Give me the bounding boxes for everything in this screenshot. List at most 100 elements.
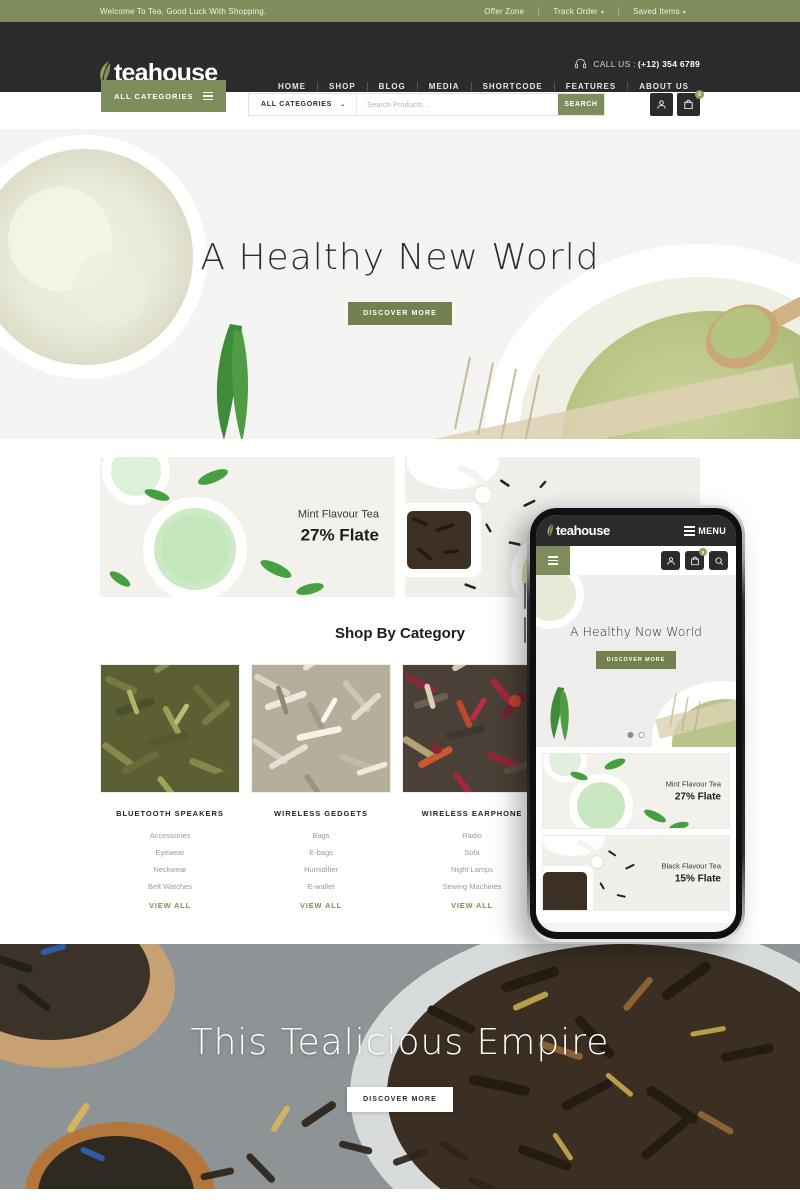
category-link[interactable]: Sofa bbox=[402, 848, 542, 857]
category-link[interactable]: Sewing Machines bbox=[402, 882, 542, 891]
category-column-wireless-earphone: WIRELESS EARPHONE Radio Sofa Night Lamps… bbox=[402, 653, 542, 910]
menu-icon bbox=[684, 525, 696, 536]
bottom-discover-more-button[interactable]: DISCOVER MORE bbox=[347, 1086, 453, 1112]
phone-cart-badge: 0 bbox=[699, 548, 707, 556]
promo-banner-mint[interactable]: Mint Flavour Tea 27% Flate bbox=[100, 457, 395, 597]
top-link-track-order-label: Track Order bbox=[553, 6, 598, 16]
bottom-banner: This Tealicious Empire DISCOVER MORE bbox=[0, 944, 800, 1189]
cart-badge: 0 bbox=[695, 90, 704, 99]
phone-bezel: teahouse MENU 0 A Healthy Now World DISC… bbox=[530, 508, 742, 939]
top-bar: Welcome To Tea. Good Luck With Shopping.… bbox=[0, 0, 800, 22]
phone-promo-subtitle: Mint Flavour Tea bbox=[665, 779, 721, 789]
phone-promo-subtitle: Black Flavour Tea bbox=[661, 861, 721, 871]
chevron-down-icon: ▾ bbox=[600, 9, 605, 16]
category-select[interactable]: ALL CATEGORIES ⌄ bbox=[249, 94, 357, 115]
nav-item-shortcode[interactable]: SHORTCODE bbox=[470, 82, 554, 91]
category-name: WIRELESS GEDGETS bbox=[274, 809, 368, 818]
phone-menu-button[interactable]: MENU bbox=[684, 525, 726, 536]
category-select-value: ALL CATEGORIES bbox=[261, 101, 332, 108]
phone-categories-button[interactable] bbox=[536, 546, 570, 575]
search-button[interactable]: SEARCH bbox=[558, 94, 604, 115]
phone-header: teahouse MENU bbox=[536, 515, 736, 546]
top-link-saved-items[interactable]: Saved Items ▾ bbox=[618, 6, 700, 16]
menu-icon bbox=[548, 556, 558, 565]
category-view-all-link[interactable]: VIEW ALL bbox=[100, 901, 240, 910]
phone-volume-down-button bbox=[524, 617, 526, 643]
hero-discover-more-button[interactable]: DISCOVER MORE bbox=[348, 302, 452, 325]
phone-action-icons: 0 bbox=[661, 548, 736, 570]
promo-subtitle: Mint Flavour Tea bbox=[297, 508, 379, 521]
nav-item-shop[interactable]: SHOP bbox=[317, 82, 367, 91]
phone-mockup: teahouse MENU 0 A Healthy Now World DISC… bbox=[524, 505, 745, 942]
search-row: ALL CATEGORIES ALL CATEGORIES ⌄ SEARCH 0 bbox=[0, 80, 800, 129]
cart-button[interactable]: 0 bbox=[677, 90, 704, 116]
nav-item-home[interactable]: HOME bbox=[267, 82, 317, 91]
phone-cart-button[interactable]: 0 bbox=[685, 548, 707, 570]
category-view-all-link[interactable]: VIEW ALL bbox=[402, 901, 542, 910]
account-button[interactable] bbox=[650, 93, 673, 116]
phone-promo-mint[interactable]: Mint Flavour Tea 27% Flate bbox=[542, 753, 730, 829]
hero-title: A Healthy New World bbox=[200, 237, 600, 278]
phone-promo-text-black: Black Flavour Tea 15% Flate bbox=[662, 862, 721, 885]
bottom-banner-content: This Tealicious Empire DISCOVER MORE bbox=[0, 944, 800, 1189]
bottom-banner-title: This Tealicious Empire bbox=[190, 1021, 610, 1063]
category-view-all-link[interactable]: VIEW ALL bbox=[251, 901, 391, 910]
promo-text-mint: Mint Flavour Tea 27% Flate bbox=[298, 509, 379, 546]
top-bar-links: Offer Zone Track Order ▾ Saved Items ▾ bbox=[470, 6, 700, 16]
phone-logo-text: teahouse bbox=[556, 523, 610, 538]
category-link[interactable]: Belt Watches bbox=[100, 882, 240, 891]
phone-volume-up-button bbox=[524, 583, 526, 609]
category-image-green-tea[interactable] bbox=[100, 654, 240, 803]
carousel-dot-2[interactable] bbox=[638, 732, 645, 738]
chevron-down-icon: ▾ bbox=[682, 9, 686, 16]
nav-item-blog[interactable]: BLOG bbox=[366, 82, 417, 91]
call-us: CALL US : (+12) 354 6789 bbox=[574, 57, 700, 70]
headset-icon bbox=[574, 57, 587, 70]
phone-promo-headline: 15% Flate bbox=[674, 873, 721, 885]
category-image-fruit-tea[interactable] bbox=[402, 653, 542, 800]
top-link-offer-zone[interactable]: Offer Zone bbox=[470, 7, 538, 16]
menu-icon bbox=[203, 91, 213, 101]
phone-promo-headline: 27% Flate bbox=[674, 791, 721, 803]
phone-hero-content: A Healthy Now World DISCOVER MORE bbox=[536, 575, 736, 747]
phone-menu-label: MENU bbox=[698, 525, 726, 536]
phone-discover-more-button[interactable]: DISCOVER MORE bbox=[595, 650, 677, 669]
category-name: BLUETOOTH SPEAKERS bbox=[116, 809, 224, 818]
phone-promo-black[interactable]: Black Flavour Tea 15% Flate bbox=[542, 835, 730, 911]
nav-item-features[interactable]: FEATURES bbox=[553, 82, 628, 91]
category-link[interactable]: Humidifier bbox=[251, 865, 391, 874]
search-box: ALL CATEGORIES ⌄ SEARCH bbox=[248, 93, 605, 116]
top-link-offer-zone-label: Offer Zone bbox=[484, 6, 525, 16]
nav-item-media[interactable]: MEDIA bbox=[416, 82, 471, 91]
phone-account-button[interactable] bbox=[661, 551, 680, 570]
category-link[interactable]: E-wallet bbox=[251, 882, 391, 891]
chevron-down-icon: ⌄ bbox=[340, 102, 346, 108]
nav-item-about-us[interactable]: ABOUT US bbox=[627, 82, 700, 91]
phone-hero-title: A Healthy Now World bbox=[570, 623, 702, 639]
category-name: WIRELESS EARPHONE bbox=[421, 809, 523, 818]
phone-search-button[interactable] bbox=[709, 551, 728, 570]
phone-promo-text-mint: Mint Flavour Tea 27% Flate bbox=[666, 780, 721, 803]
category-link[interactable]: Bags bbox=[251, 831, 391, 840]
all-categories-button[interactable]: ALL CATEGORIES bbox=[101, 80, 226, 112]
category-link[interactable]: Night Lamps bbox=[402, 865, 542, 874]
category-link[interactable]: E-bags bbox=[251, 848, 391, 857]
category-image-white-tea[interactable] bbox=[251, 647, 391, 805]
phone-screen: teahouse MENU 0 A Healthy Now World DISC… bbox=[536, 515, 736, 932]
top-link-track-order[interactable]: Track Order ▾ bbox=[538, 6, 618, 16]
main-navigation: HOME SHOP BLOG MEDIA SHORTCODE FEATURES … bbox=[267, 82, 700, 91]
category-column-bluetooth-speakers: BLUETOOTH SPEAKERS Accessories Eyewear N… bbox=[100, 654, 240, 910]
hero-content: A Healthy New World DISCOVER MORE bbox=[0, 129, 800, 439]
search-input[interactable] bbox=[357, 94, 558, 115]
phone-logo[interactable]: teahouse bbox=[546, 523, 610, 538]
top-link-saved-items-label: Saved Items bbox=[633, 6, 680, 16]
category-link[interactable]: Accessories bbox=[100, 831, 240, 840]
phone-icon-bar: 0 bbox=[536, 546, 736, 575]
category-column-wireless-gedgets: WIRELESS GEDGETS Bags E-bags Humidifier … bbox=[251, 647, 391, 910]
category-link[interactable]: Eyewear bbox=[100, 848, 240, 857]
category-link[interactable]: Neckwear bbox=[100, 865, 240, 874]
carousel-dot-1[interactable] bbox=[627, 732, 634, 738]
promo-headline: 27% Flate bbox=[300, 525, 379, 545]
phone-promo-list: Mint Flavour Tea 27% Flate Black Flavour… bbox=[536, 747, 736, 923]
category-link[interactable]: Radio bbox=[402, 831, 542, 840]
